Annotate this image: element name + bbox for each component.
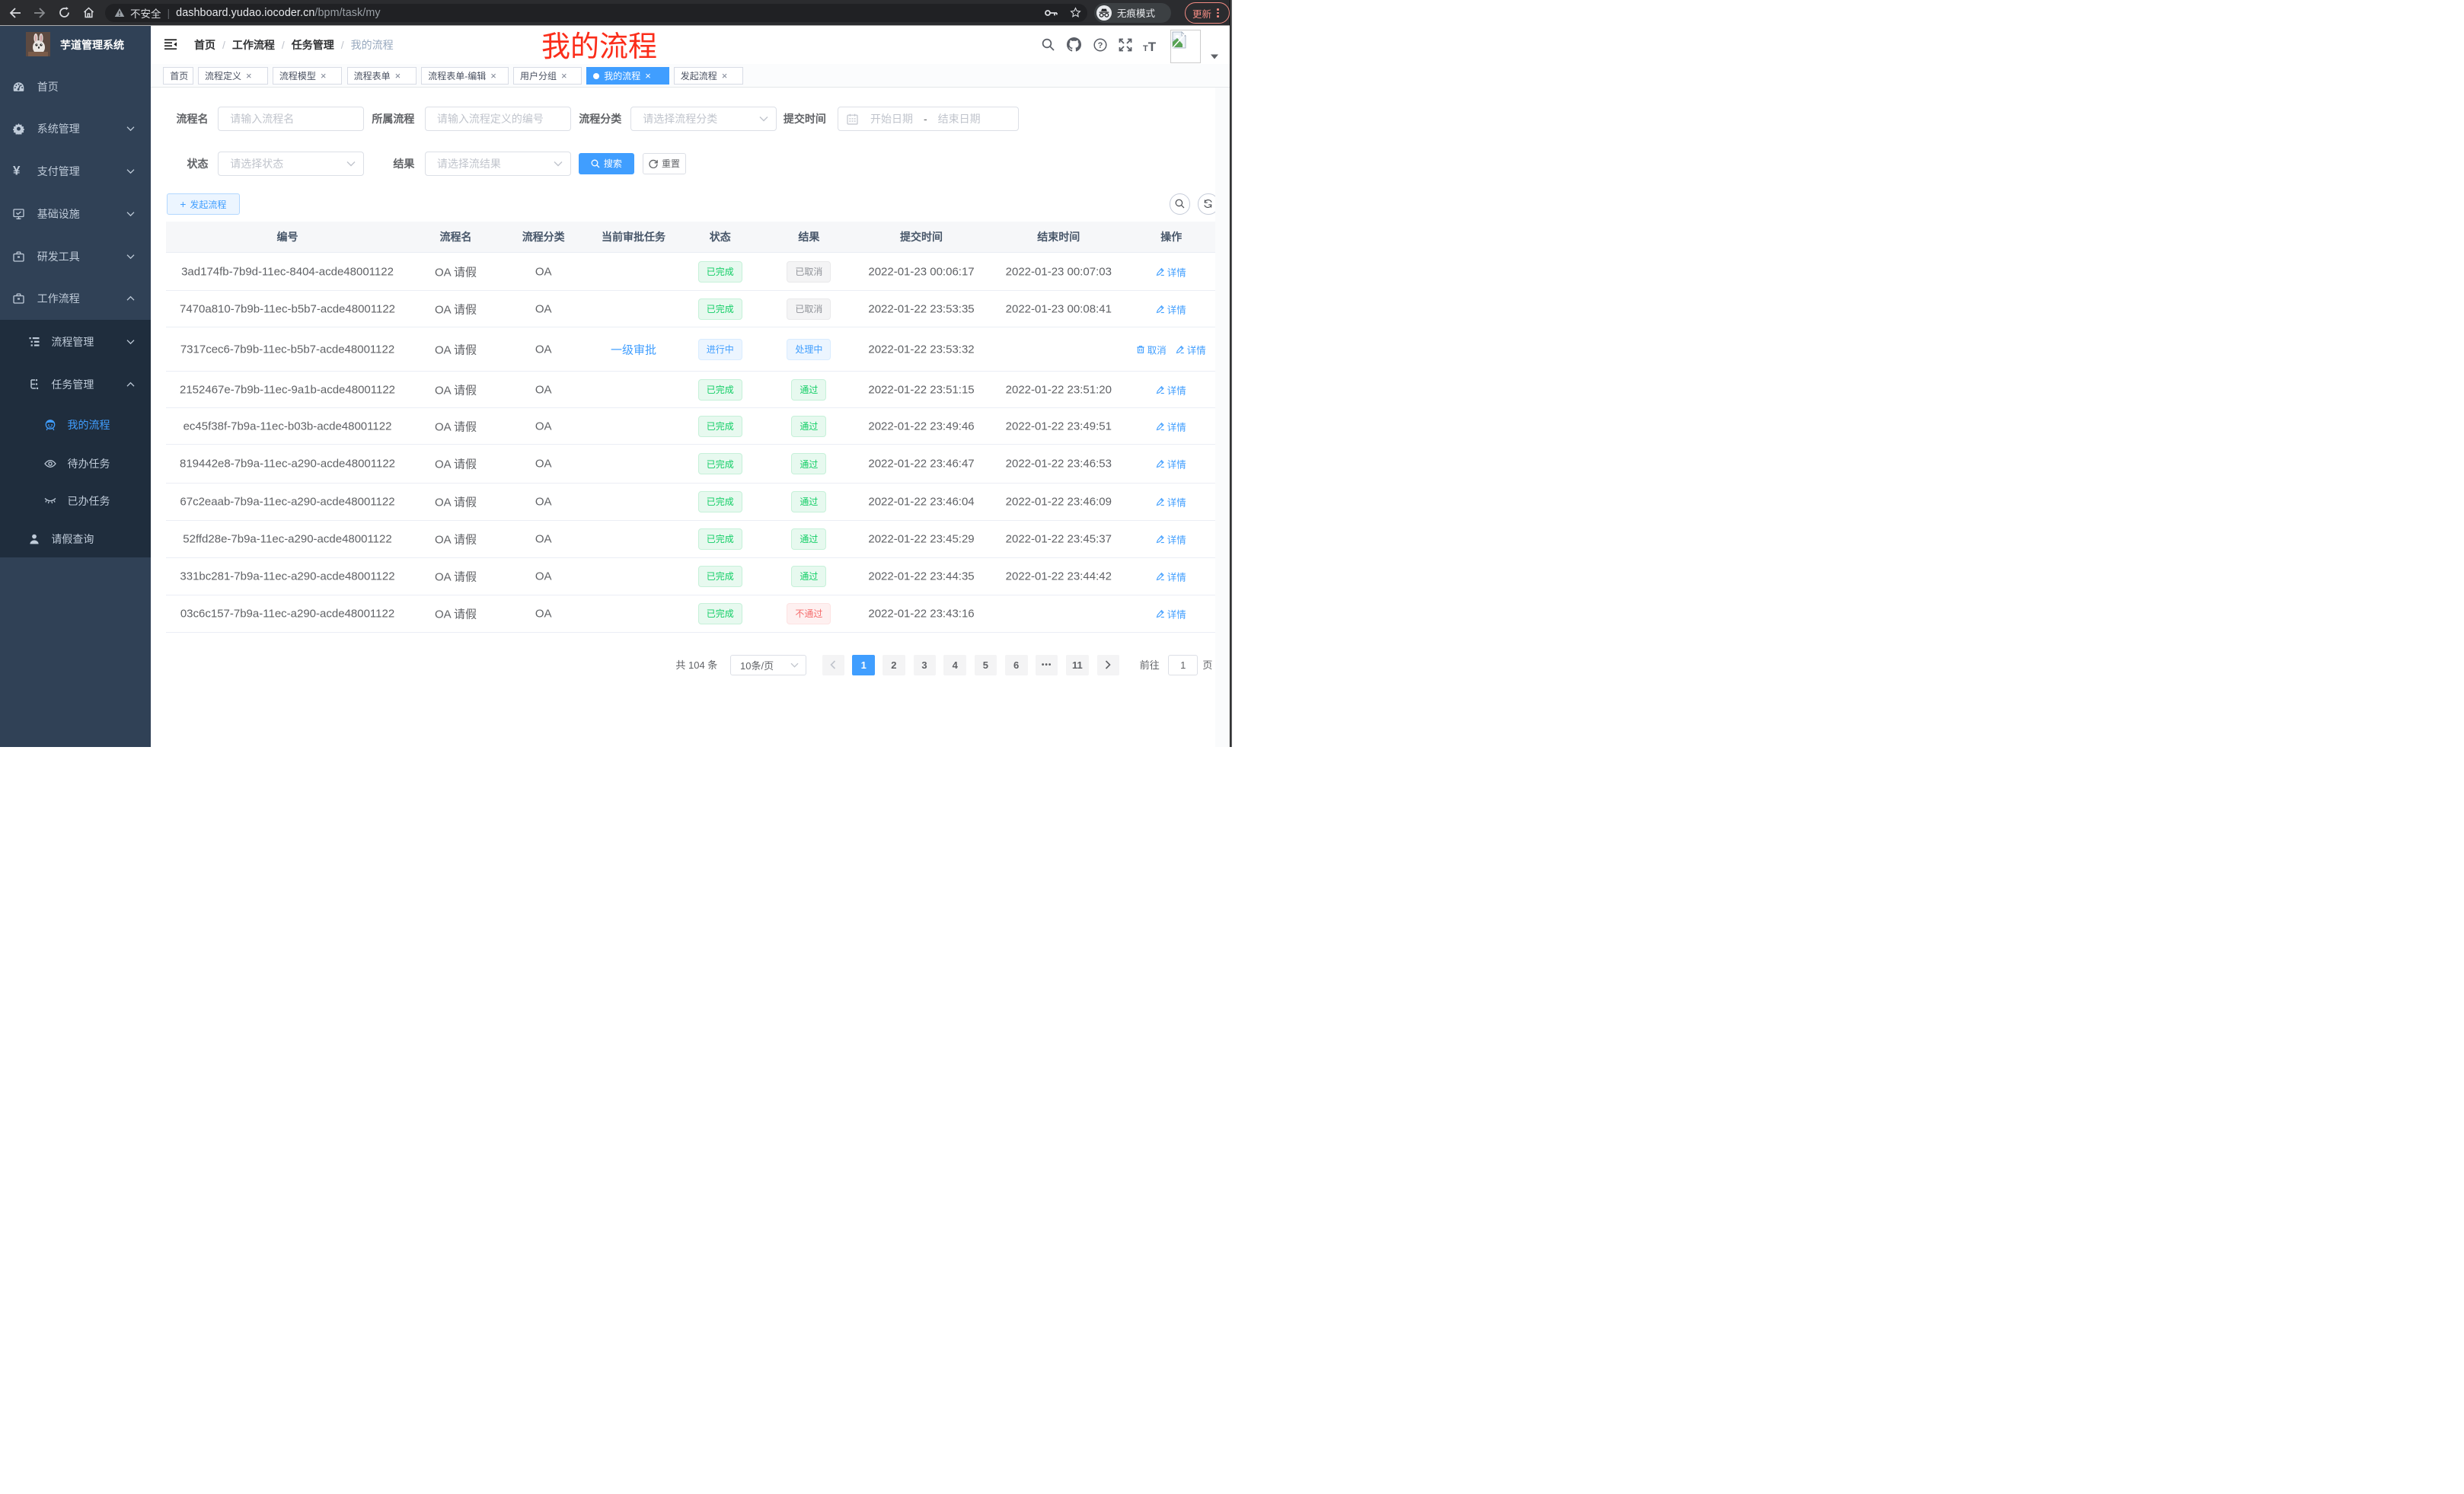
svg-text:?: ? <box>1098 41 1103 50</box>
